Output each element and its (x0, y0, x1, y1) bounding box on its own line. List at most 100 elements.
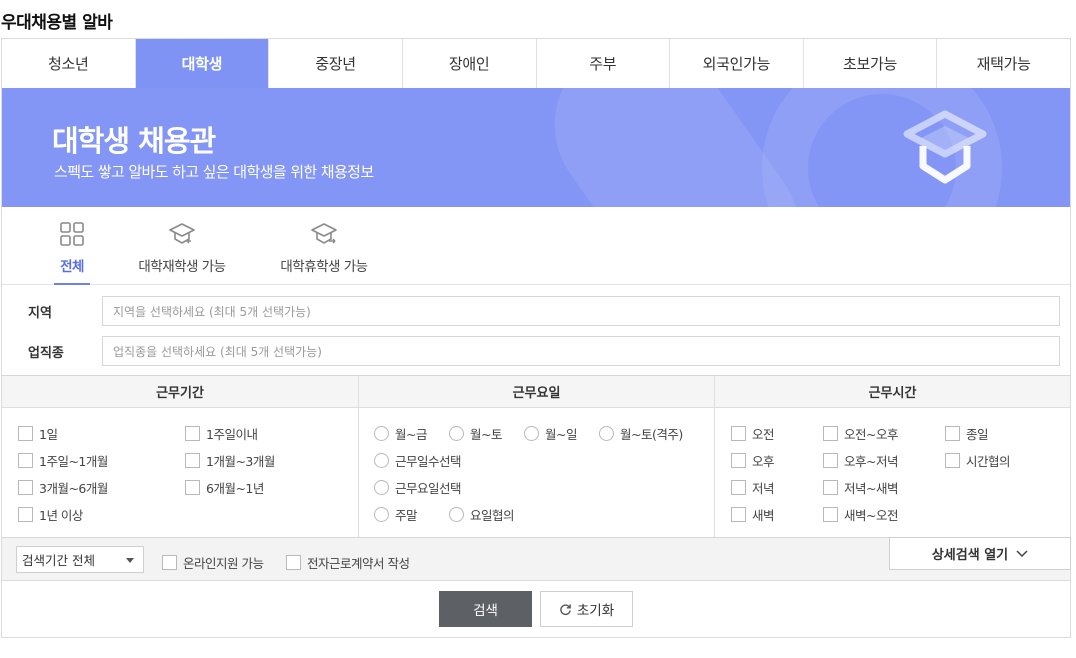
online-apply-option[interactable]: 온라인지원 가능 (162, 553, 264, 572)
radio[interactable] (374, 426, 389, 441)
time-option[interactable]: 오전 (731, 424, 775, 443)
tab-remote[interactable]: 재택가능 (937, 39, 1070, 88)
option-label: 오전~오후 (844, 427, 898, 442)
tab-homemaker[interactable]: 주부 (536, 39, 671, 88)
checkbox[interactable] (731, 507, 746, 522)
checkbox[interactable] (18, 426, 33, 441)
days-option[interactable]: 월~일 (524, 424, 577, 443)
days-option[interactable]: 월~토(격주) (599, 424, 683, 443)
checkbox[interactable] (945, 426, 960, 441)
refresh-icon (560, 603, 571, 615)
checkbox[interactable] (185, 480, 200, 495)
days-option[interactable]: 요일협의 (449, 505, 515, 524)
checkbox[interactable] (162, 555, 177, 570)
time-option[interactable]: 오전~오후 (823, 424, 898, 443)
banner: 대학생 채용관 스펙도 쌓고 알바도 하고 싶은 대학생을 위한 채용정보 (2, 88, 1070, 207)
option-label: 새벽 (752, 508, 775, 523)
graduation-cap-in-icon (169, 223, 195, 244)
caret-down-icon (126, 558, 134, 563)
job-input[interactable]: 업직종을 선택하세요 (최대 5개 선택가능) (102, 336, 1060, 366)
option-label: 월~금 (395, 427, 427, 442)
option-label: 6개월~1년 (206, 481, 264, 496)
time-option[interactable]: 오후~저녁 (823, 451, 898, 470)
period-option[interactable]: 1년 이상 (18, 505, 83, 524)
tab-university[interactable]: 대학생 (135, 39, 270, 88)
search-button[interactable]: 검색 (439, 591, 532, 627)
option-label: 시간협의 (966, 454, 1011, 469)
tab-youth[interactable]: 청소년 (2, 39, 136, 88)
checkbox[interactable] (286, 555, 301, 570)
time-column: 근무시간 오전 오전~오후 종일 오후 오후~저녁 시간협의 저녁 저녁~새벽 … (714, 376, 1070, 539)
radio[interactable] (449, 507, 464, 522)
option-label: 근무일수선택 (395, 454, 462, 469)
radio[interactable] (374, 480, 389, 495)
detail-search-label: 상세검색 열기 (931, 548, 1009, 563)
subtab-label: 대학재학생 가능 (138, 259, 226, 275)
reset-button[interactable]: 초기화 (540, 591, 633, 627)
checkbox[interactable] (823, 453, 838, 468)
checkbox[interactable] (731, 426, 746, 441)
time-option[interactable]: 오후 (731, 451, 775, 470)
time-option[interactable]: 저녁~새벽 (823, 478, 898, 497)
search-period-select[interactable]: 검색기간 전체 (16, 546, 144, 573)
option-label: 1일 (39, 427, 58, 442)
e-contract-option[interactable]: 전자근로계약서 작성 (286, 553, 410, 572)
time-option[interactable]: 시간협의 (945, 451, 1011, 470)
checkbox[interactable] (731, 480, 746, 495)
days-option[interactable]: 월~금 (374, 424, 427, 443)
tab-disabled[interactable]: 장애인 (402, 39, 537, 88)
checkbox[interactable] (18, 453, 33, 468)
radio[interactable] (374, 507, 389, 522)
detail-search-button[interactable]: 상세검색 열기 (889, 537, 1071, 570)
page-title: 우대채용별 알바 (1, 13, 113, 33)
period-option[interactable]: 1개월~3개월 (185, 451, 275, 470)
option-label: 종일 (966, 427, 989, 442)
tab-foreigner[interactable]: 외국인가능 (670, 39, 804, 88)
time-option[interactable]: 종일 (945, 424, 989, 443)
checkbox[interactable] (823, 507, 838, 522)
option-label: 근무요일선택 (395, 481, 462, 496)
subtab-all[interactable]: 전체 (54, 219, 90, 285)
subtab-leave[interactable]: 대학휴학생 가능 (274, 219, 374, 285)
checkbox[interactable] (823, 480, 838, 495)
period-header: 근무기간 (2, 376, 358, 408)
days-option[interactable]: 근무요일선택 (374, 478, 462, 497)
period-option[interactable]: 1일 (18, 424, 58, 443)
time-option[interactable]: 새벽 (731, 505, 775, 524)
period-option[interactable]: 6개월~1년 (185, 478, 264, 497)
tab-middle-age[interactable]: 중장년 (269, 39, 403, 88)
option-label: 3개월~6개월 (39, 481, 108, 496)
checkbox[interactable] (185, 426, 200, 441)
region-filter: 지역 지역을 선택하세요 (최대 5개 선택가능) (2, 291, 1070, 331)
option-label: 온라인지원 가능 (183, 556, 264, 571)
option-label: 1년 이상 (39, 508, 83, 523)
chevron-down-icon (1016, 549, 1028, 557)
checkbox[interactable] (731, 453, 746, 468)
tab-beginner[interactable]: 초보가능 (803, 39, 938, 88)
radio[interactable] (449, 426, 464, 441)
subtab-enrolled[interactable]: 대학재학생 가능 (132, 219, 232, 285)
days-option[interactable]: 근무일수선택 (374, 451, 462, 470)
conditions-panel: 근무기간 1일 1주일이내 1주일~1개월 1개월~3개월 3개월~6개월 6개… (2, 375, 1070, 539)
days-option[interactable]: 주말 (374, 505, 418, 524)
grid-icon (60, 222, 84, 246)
checkbox[interactable] (823, 426, 838, 441)
time-option[interactable]: 저녁 (731, 478, 775, 497)
checkbox[interactable] (945, 453, 960, 468)
region-input[interactable]: 지역을 선택하세요 (최대 5개 선택가능) (102, 296, 1060, 326)
radio[interactable] (374, 453, 389, 468)
option-label: 오후~저녁 (844, 454, 898, 469)
time-option[interactable]: 새벽~오전 (823, 505, 898, 524)
banner-title: 대학생 채용관 (52, 124, 216, 158)
radio[interactable] (524, 426, 539, 441)
days-option[interactable]: 월~토 (449, 424, 502, 443)
job-filter: 업직종 업직종을 선택하세요 (최대 5개 선택가능) (2, 331, 1070, 371)
checkbox[interactable] (18, 480, 33, 495)
period-option[interactable]: 3개월~6개월 (18, 478, 108, 497)
option-label: 1개월~3개월 (206, 454, 275, 469)
period-option[interactable]: 1주일~1개월 (18, 451, 108, 470)
radio[interactable] (599, 426, 614, 441)
checkbox[interactable] (185, 453, 200, 468)
period-option[interactable]: 1주일이내 (185, 424, 258, 443)
checkbox[interactable] (18, 507, 33, 522)
